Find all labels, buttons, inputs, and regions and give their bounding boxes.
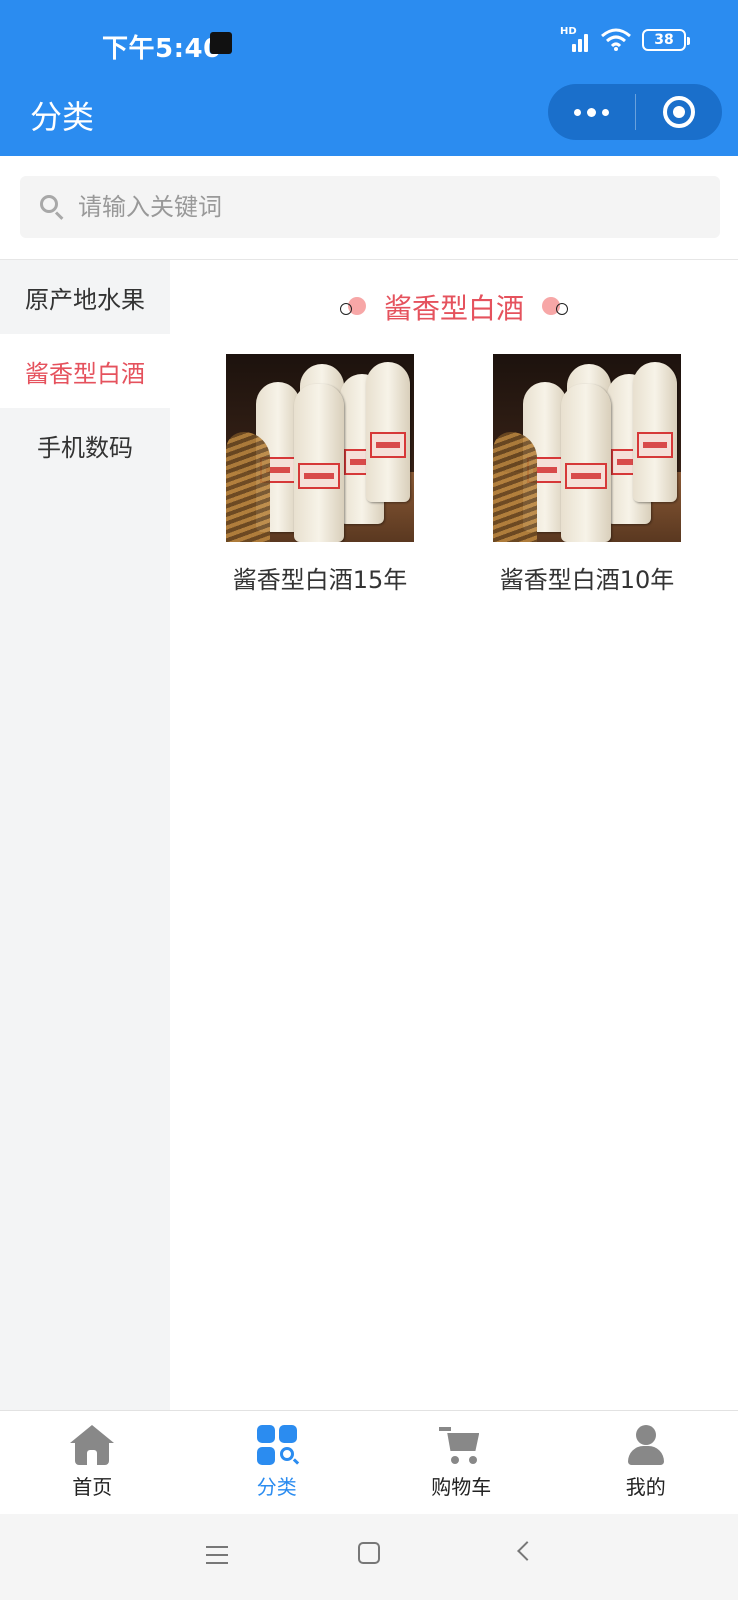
product-name[interactable]: 酱香型白酒10年 xyxy=(493,560,681,595)
tab-label: 首页 xyxy=(72,1475,113,1499)
back-icon[interactable] xyxy=(517,1541,537,1561)
more-button[interactable] xyxy=(548,84,635,140)
status-indicators: HD 38 xyxy=(560,26,690,52)
battery-icon: 38 xyxy=(642,29,690,51)
more-dot-icon xyxy=(602,108,609,116)
product-image[interactable] xyxy=(493,354,681,542)
signal-icon: HD xyxy=(560,26,590,52)
tab-home[interactable]: 首页 xyxy=(0,1411,185,1514)
cart-icon xyxy=(439,1425,483,1465)
mini-program-capsule xyxy=(548,84,722,140)
system-navigation-bar xyxy=(0,1514,738,1600)
notification-app-icon xyxy=(210,32,232,54)
home-square-icon[interactable] xyxy=(358,1542,380,1564)
status-time: 下午5:40 xyxy=(102,34,222,64)
tab-category[interactable]: 分类 xyxy=(185,1411,370,1514)
sidebar-item-baijiu[interactable]: 酱香型白酒 xyxy=(0,334,170,408)
tab-profile[interactable]: 我的 xyxy=(554,1411,738,1514)
product-image[interactable] xyxy=(226,354,414,542)
more-dot-icon xyxy=(587,107,596,117)
category-icon xyxy=(255,1425,299,1465)
network-type: HD xyxy=(560,26,577,37)
product-card[interactable]: 酱香型白酒15年 xyxy=(226,354,414,595)
search-input[interactable] xyxy=(78,193,658,221)
tab-label: 购物车 xyxy=(431,1475,492,1499)
page-title: 分类 xyxy=(30,98,95,136)
search-bar xyxy=(0,156,738,260)
heading-decoration-icon xyxy=(339,297,366,317)
close-mini-program-button[interactable] xyxy=(636,84,722,140)
category-content: 酱香型白酒 酱香型白酒15年 酱香型白酒10年 xyxy=(170,260,738,1410)
heading-decoration-icon xyxy=(542,297,568,317)
product-name[interactable]: 酱香型白酒15年 xyxy=(226,560,414,595)
category-heading: 酱香型白酒 xyxy=(170,282,738,332)
user-icon xyxy=(624,1425,668,1465)
menu-icon[interactable] xyxy=(206,1546,228,1564)
home-icon xyxy=(70,1425,115,1465)
search-icon xyxy=(38,193,66,221)
category-sidebar: 原产地水果 酱香型白酒 手机数码 xyxy=(0,260,170,1410)
bottom-tab-bar: 首页 分类 购物车 我的 xyxy=(0,1410,738,1514)
tab-label: 我的 xyxy=(625,1475,666,1499)
search-box[interactable] xyxy=(20,176,720,238)
sidebar-item-fruit[interactable]: 原产地水果 xyxy=(0,260,170,334)
product-card[interactable]: 酱香型白酒10年 xyxy=(493,354,681,595)
top-bar: 下午5:40 HD 38 分类 xyxy=(0,0,738,156)
wifi-icon xyxy=(601,28,631,51)
sidebar-item-digital[interactable]: 手机数码 xyxy=(0,408,170,482)
more-dot-icon xyxy=(574,108,581,116)
tab-cart[interactable]: 购物车 xyxy=(369,1411,554,1514)
tab-label: 分类 xyxy=(256,1475,297,1499)
target-icon xyxy=(663,96,695,128)
battery-level: 38 xyxy=(654,32,674,48)
category-title: 酱香型白酒 xyxy=(383,292,524,325)
